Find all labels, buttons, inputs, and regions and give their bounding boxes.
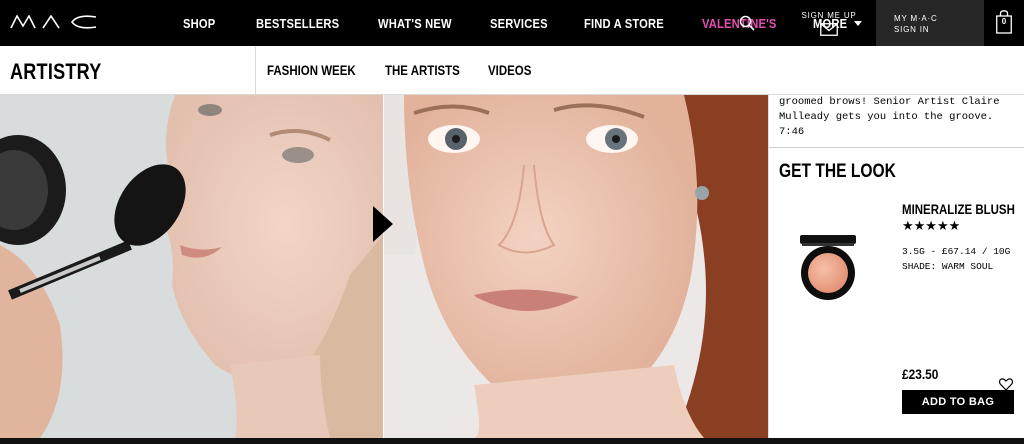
subnav-divider [255, 46, 256, 94]
video-description: groomed brows! Senior Artist Claire Mull… [779, 96, 1000, 138]
play-icon[interactable] [371, 205, 395, 243]
top-navigation-bar: SHOP BESTSELLERS WHAT'S NEW SERVICES FIN… [0, 0, 1024, 46]
product-name[interactable]: MINERALIZE BLUSH [902, 201, 1015, 217]
subnav-links: FASHION WEEK THE ARTISTS VIDEOS [267, 46, 541, 94]
mail-icon [820, 23, 838, 36]
subnav-videos[interactable]: VIDEOS [488, 62, 531, 78]
model-face-image [384, 95, 768, 438]
mineralize-blush-product-image[interactable] [799, 233, 857, 301]
shopping-bag-button[interactable]: 0 [984, 0, 1024, 46]
product-size-price: 3.5G - £67.14 / 10G [902, 246, 1011, 257]
sign-me-up-button[interactable]: SIGN ME UP [782, 0, 876, 46]
sign-in-label: SIGN IN [894, 25, 930, 34]
my-mac-sign-in-button[interactable]: MY M·A·C SIGN IN [876, 0, 984, 46]
star-rating: ★★★★★ [902, 218, 961, 233]
my-mac-label: MY M·A·C [894, 14, 938, 23]
nav-item-shop[interactable]: SHOP [183, 16, 215, 31]
search-icon[interactable] [739, 15, 755, 31]
product-price: £23.50 [902, 366, 939, 382]
nav-item-services[interactable]: SERVICES [490, 16, 548, 31]
get-the-look-title: GET THE LOOK [779, 161, 896, 182]
product-shade: SHADE: WARM SOUL [902, 261, 994, 272]
makeup-application-image [0, 95, 383, 438]
mac-logo[interactable] [10, 15, 100, 29]
section-subnav: ARTISTRY FASHION WEEK THE ARTISTS VIDEOS [0, 46, 1024, 95]
subnav-fashion-week[interactable]: FASHION WEEK [267, 62, 356, 78]
subnav-the-artists[interactable]: THE ARTISTS [385, 62, 460, 78]
nav-item-find-a-store[interactable]: FIND A STORE [584, 16, 664, 31]
sidebar-divider [769, 147, 1024, 148]
main-nav: SHOP BESTSELLERS WHAT'S NEW SERVICES FIN… [183, 0, 862, 46]
add-to-bag-button[interactable]: ADD TO BAG [902, 390, 1014, 414]
nav-item-whats-new[interactable]: WHAT'S NEW [378, 16, 452, 31]
bottom-strip [0, 438, 1024, 444]
sign-me-up-label: SIGN ME UP [801, 11, 857, 20]
hero-video[interactable] [0, 95, 768, 438]
get-the-look-panel: groomed brows! Senior Artist Claire Mull… [768, 95, 1024, 438]
bag-count: 0 [1001, 17, 1007, 26]
page-title: ARTISTRY [10, 59, 102, 84]
nav-item-bestsellers[interactable]: BESTSELLERS [256, 16, 339, 31]
